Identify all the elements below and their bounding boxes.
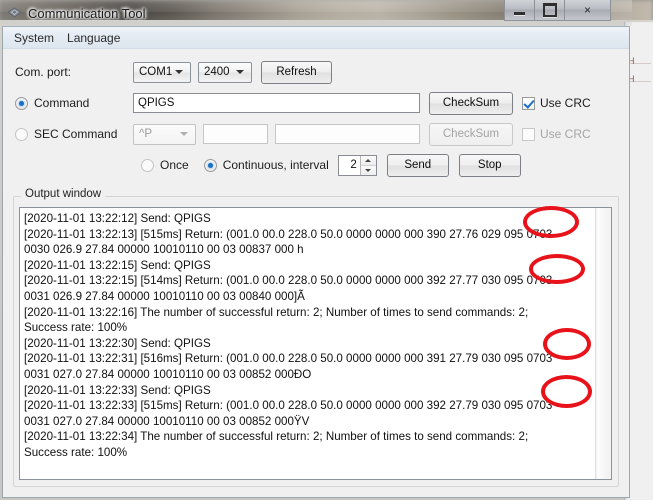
maximize-button[interactable] — [534, 0, 565, 21]
desktop-background: H H Communication Tool × System Language… — [0, 0, 653, 500]
sec-command-prefix-select[interactable]: ^P — [133, 123, 196, 145]
output-log-line: [2020-11-01 13:22:13] [515ms] Return: (0… — [24, 227, 553, 241]
output-log-text: [2020-11-01 13:22:12] Send: QPIGS [2020-1… — [20, 208, 595, 479]
sec-command-field-b[interactable] — [275, 124, 420, 144]
output-log-line: [2020-11-01 13:22:33] Send: QPIGS — [24, 383, 211, 397]
output-log-line: Success rate: 100% — [24, 321, 128, 335]
menu-bar: System Language — [3, 27, 629, 49]
output-log-line: 0031 027.0 27.84 00000 10010110 00 03 00… — [24, 414, 310, 428]
command-radio-label: Command — [34, 96, 90, 110]
settings-form: Com. port: COM1 2400 Refresh Command QPI… — [3, 49, 629, 183]
output-window-legend: Output window — [21, 188, 106, 200]
command-input-value: QPIGS — [138, 97, 175, 109]
interval-stepper-arrows[interactable] — [359, 155, 376, 175]
sec-command-use-crc-checkbox — [522, 127, 535, 141]
maximize-icon — [542, 3, 557, 17]
minimize-button[interactable] — [504, 0, 535, 21]
command-radio[interactable] — [15, 96, 28, 110]
output-log-line: [2020-11-01 13:22:31] [516ms] Return: (0… — [24, 352, 553, 366]
sec-command-prefix-value: ^P — [139, 128, 153, 140]
command-checksum-button[interactable]: CheckSum — [429, 91, 513, 115]
caption-button-group: × — [504, 0, 611, 21]
output-textarea[interactable]: [2020-11-01 13:22:12] Send: QPIGS [2020-1… — [19, 207, 612, 480]
send-button[interactable]: Send — [386, 153, 449, 177]
caret-up-icon — [365, 158, 372, 162]
output-scroll-thumb[interactable] — [597, 208, 610, 479]
command-use-crc-label: Use CRC — [540, 96, 591, 110]
com-port-row: Com. port: COM1 2400 Refresh — [15, 59, 617, 85]
menu-item-language[interactable]: Language — [63, 29, 127, 47]
chevron-down-icon — [175, 70, 183, 74]
communication-tool-window: Communication Tool × System Language Com… — [0, 0, 632, 500]
command-input[interactable]: QPIGS — [133, 93, 420, 113]
baud-rate-select[interactable]: 2400 — [198, 61, 252, 83]
menu-item-system[interactable]: System — [10, 29, 61, 47]
output-log-line: Success rate: 100% — [24, 445, 128, 459]
sec-command-radio[interactable] — [15, 127, 28, 141]
title-bar[interactable]: Communication Tool × — [0, 0, 632, 26]
com-port-select-value: COM1 — [139, 66, 173, 78]
stop-button[interactable]: Stop — [458, 153, 521, 177]
close-icon: × — [583, 3, 591, 17]
output-scrollbar[interactable] — [595, 208, 611, 479]
close-button[interactable]: × — [564, 0, 611, 21]
window-title: Communication Tool — [28, 5, 146, 21]
command-row: Command QPIGS CheckSum Use CRC — [15, 90, 617, 116]
output-window-group: Output window [2020-11-01 13:22:12] Send… — [13, 188, 619, 487]
stepper-down-button[interactable] — [360, 165, 376, 175]
continuous-label: Continuous, interval — [222, 158, 329, 172]
sec-command-row: SEC Command ^P CheckSum Use CRC — [15, 121, 617, 147]
baud-rate-select-value: 2400 — [204, 66, 230, 78]
app-diamond-icon — [6, 5, 23, 22]
sec-command-checksum-button: CheckSum — [429, 122, 513, 146]
sec-command-radio-label: SEC Command — [34, 127, 118, 141]
interval-value: 2 — [350, 159, 357, 171]
output-log-line: [2020-11-01 13:22:16] The number of succ… — [24, 305, 529, 319]
com-port-select[interactable]: COM1 — [133, 61, 191, 83]
minimize-icon — [514, 12, 525, 15]
interval-stepper[interactable]: 2 — [337, 154, 377, 176]
output-log-line: [2020-11-01 13:22:34] The number of succ… — [24, 430, 529, 444]
output-log-line: [2020-11-01 13:22:15] Send: QPIGS — [24, 258, 211, 272]
continuous-radio[interactable] — [203, 158, 217, 172]
sec-command-field-a[interactable] — [203, 124, 268, 144]
sec-command-use-crc-label: Use CRC — [540, 127, 591, 141]
client-area: System Language Com. port: COM1 2400 Ref… — [2, 26, 630, 498]
output-log-line: 0031 027.0 27.84 00000 10010110 00 03 00… — [24, 367, 312, 381]
output-log-line: [2020-11-01 13:22:12] Send: QPIGS — [24, 212, 211, 225]
command-use-crc-checkbox[interactable] — [522, 96, 535, 110]
once-radio[interactable] — [141, 158, 154, 172]
once-label: Once — [160, 158, 189, 172]
stepper-up-button[interactable] — [360, 155, 376, 166]
refresh-button[interactable]: Refresh — [261, 60, 332, 84]
caret-down-icon — [365, 168, 372, 172]
chevron-down-icon — [236, 70, 244, 74]
output-log-line: [2020-11-01 13:22:15] [514ms] Return: (0… — [24, 274, 553, 288]
output-log-line: 0030 026.9 27.84 00000 10010110 00 03 00… — [24, 243, 304, 257]
com-port-label: Com. port: — [15, 65, 72, 79]
output-log-line: [2020-11-01 13:22:33] [515ms] Return: (0… — [24, 399, 553, 413]
output-log-line: 0031 026.9 27.84 00000 10010110 00 03 00… — [24, 289, 305, 303]
chevron-down-icon — [180, 132, 188, 136]
send-mode-row: Once Continuous, interval 2 Send Stop — [15, 152, 617, 178]
output-log-line: [2020-11-01 13:22:30] Send: QPIGS — [24, 336, 211, 350]
